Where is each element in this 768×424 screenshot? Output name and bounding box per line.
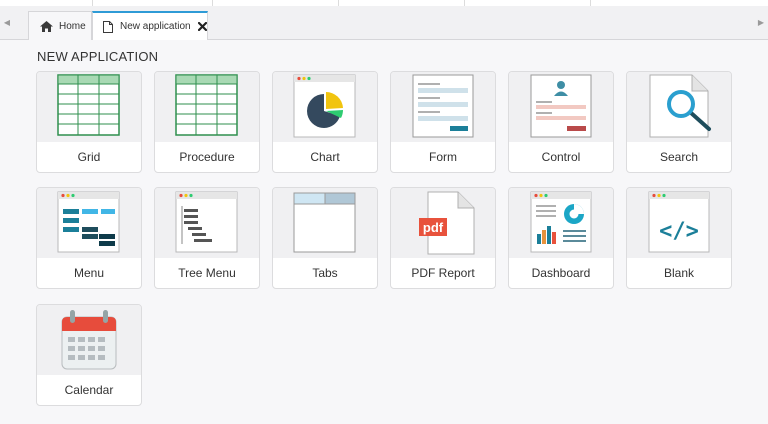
grid-icon <box>37 72 141 142</box>
tab-scroll-left-icon[interactable]: ◀ <box>0 6 14 39</box>
card-label: Dashboard <box>531 266 591 280</box>
tab-bar: ◀ ▶ Home New application <box>0 6 768 40</box>
search-icon <box>627 72 731 142</box>
card-calendar[interactable]: Calendar <box>36 304 142 406</box>
card-control[interactable]: Control <box>508 71 614 173</box>
card-label: Chart <box>310 150 340 164</box>
card-menu[interactable]: Menu <box>36 187 142 289</box>
card-blank[interactable]: </> Blank <box>626 187 732 289</box>
calendar-icon <box>37 305 141 375</box>
card-tree-menu[interactable]: Tree Menu <box>154 187 260 289</box>
card-grid[interactable]: Grid <box>36 71 142 173</box>
tab-new-application-label: New application <box>120 21 191 32</box>
card-search[interactable]: Search <box>626 71 732 173</box>
card-label: Procedure <box>179 150 235 164</box>
card-procedure[interactable]: Procedure <box>154 71 260 173</box>
procedure-icon <box>155 72 259 142</box>
tab-home-label: Home <box>59 20 86 32</box>
card-pdf-report[interactable]: pdf PDF Report <box>390 187 496 289</box>
tabs-icon <box>273 188 377 258</box>
control-icon <box>509 72 613 142</box>
close-icon[interactable] <box>197 22 207 31</box>
card-label: Grid <box>77 150 101 164</box>
code-glyph: </> <box>659 219 699 244</box>
card-label: Search <box>659 150 699 164</box>
card-form[interactable]: Form <box>390 71 496 173</box>
home-icon <box>40 20 53 32</box>
form-icon <box>391 72 495 142</box>
card-tabs[interactable]: Tabs <box>272 187 378 289</box>
card-chart[interactable]: Chart <box>272 71 378 173</box>
page-title: NEW APPLICATION <box>37 49 159 64</box>
chart-icon <box>273 72 377 142</box>
card-label: Calendar <box>64 383 114 397</box>
blank-code-icon: </> <box>627 188 731 258</box>
tab-home[interactable]: Home <box>28 11 92 40</box>
pdf-icon: pdf <box>391 188 495 258</box>
card-label: Tree Menu <box>178 266 236 280</box>
tree-menu-icon <box>155 188 259 258</box>
card-label: Control <box>541 150 581 164</box>
menu-icon <box>37 188 141 258</box>
tab-scroll-right-icon[interactable]: ▶ <box>754 6 768 39</box>
pdf-icon-text: pdf <box>423 220 444 235</box>
card-label: Blank <box>663 266 695 280</box>
dashboard-icon <box>509 188 613 258</box>
card-label: Form <box>429 150 457 164</box>
card-label: Tabs <box>312 266 338 280</box>
card-label: PDF Report <box>411 266 475 280</box>
tab-new-application[interactable]: New application <box>92 11 208 40</box>
card-label: Menu <box>73 266 105 280</box>
card-dashboard[interactable]: Dashboard <box>508 187 614 289</box>
document-icon <box>103 20 113 33</box>
